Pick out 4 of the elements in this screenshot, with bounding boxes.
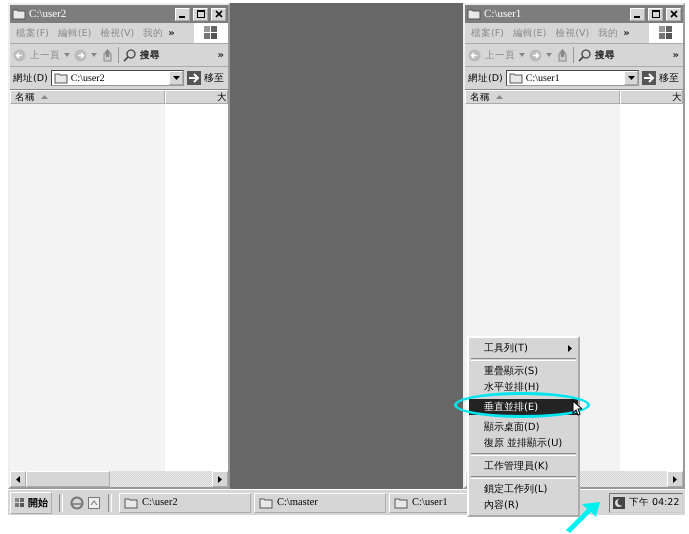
address-label: 網址(D): [468, 72, 503, 84]
window-title: C:\user1: [484, 8, 522, 20]
address-label: 網址(D): [13, 72, 48, 84]
window-title: C:\user2: [29, 8, 68, 20]
